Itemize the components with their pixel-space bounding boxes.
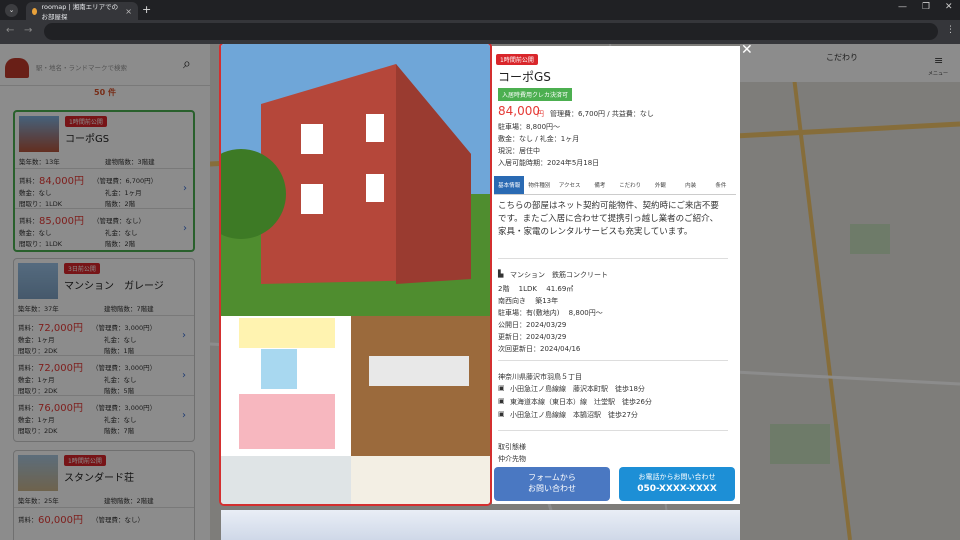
detail-title: コーポGS [498, 70, 551, 84]
detail-panel: 1時間前公開 コーポGS 入居時費用クレカ決済可 84,000 円 管理費：6,… [492, 46, 740, 504]
divider [498, 360, 728, 361]
detail-structure: マンション 鉄筋コンクリート [510, 271, 608, 279]
detail-badge: 1時間前公開 [496, 54, 538, 65]
close-window-button[interactable]: ✕ [945, 2, 953, 12]
maximize-button[interactable]: ❐ [922, 2, 930, 12]
tab-search-button[interactable]: ⌄ [5, 4, 18, 17]
phone-contact-button[interactable]: お電話からお問い合わせ 050-XXXX-XXXX [619, 467, 735, 501]
phone-number: 050-XXXX-XXXX [637, 484, 717, 494]
detail-next-update: 次回更新日：2024/04/16 [498, 345, 581, 353]
tab-conditions[interactable]: 条件 [706, 176, 736, 194]
detail-rent-unit: 円 [537, 110, 544, 118]
favicon-icon [32, 7, 38, 15]
detail-rent: 84,000 [498, 104, 540, 118]
deal-type-value: 仲介先物 [498, 455, 526, 463]
tab-close-icon[interactable]: × [125, 7, 132, 16]
detail-spec: 2階 1LDK 41.69㎡ [498, 285, 574, 293]
tab-features[interactable]: こだわり [615, 176, 645, 194]
address-bar[interactable] [44, 23, 938, 40]
divider [498, 258, 728, 259]
photo-gallery[interactable] [219, 44, 492, 506]
browser-tab[interactable]: roomap | 湘南エリアでのお部屋探 × [26, 2, 138, 21]
detail-address: 神奈川県藤沢市羽鳥５丁目 [498, 373, 582, 381]
divider [498, 430, 728, 431]
station-3: 小田急江ノ島線線 本鵠沼駅 徒歩27分 [510, 411, 638, 419]
skyline-footer [221, 510, 740, 540]
detail-move-in: 入居可能時期：2024年5月18日 [498, 159, 600, 167]
detail-published: 公開日：2024/03/29 [498, 321, 567, 329]
detail-fee: 管理費：6,700円 / 共益費：なし [550, 110, 654, 118]
station-1: 小田急江ノ島線線 藤沢本町駅 徒歩18分 [510, 385, 645, 393]
new-tab-button[interactable]: + [142, 3, 151, 16]
browser-menu-icon[interactable]: ⋮ [946, 25, 955, 35]
detail-status: 現況：居住中 [498, 147, 540, 155]
contact-form-label: フォームから お問い合わせ [528, 473, 576, 493]
tab-notes[interactable]: 備考 [585, 176, 615, 194]
minimize-button[interactable]: — [898, 2, 907, 12]
tab-basic[interactable]: 基本情報 [494, 176, 525, 194]
tab-interior[interactable]: 内装 [676, 176, 706, 194]
detail-deposit: 敷金：なし / 礼金：1ヶ月 [498, 135, 580, 143]
page: こだわり ≡ メニュー 駅・地名・ランドマークで検索 ⌕ 50 件 1時間前公開… [0, 44, 960, 540]
forward-button[interactable]: → [24, 25, 32, 36]
train-icon: ▣ [498, 384, 505, 392]
tab-title: roomap | 湘南エリアでのお部屋探 [41, 3, 119, 21]
card-payment-tag: 入居時費用クレカ決済可 [498, 88, 573, 101]
tab-access[interactable]: アクセス [555, 176, 585, 194]
close-icon[interactable]: ✕ [741, 44, 753, 58]
detail-parking2: 駐車場：有(敷地内) 8,800円～ [498, 309, 603, 317]
deal-type-label: 取引態様 [498, 443, 526, 451]
detail-tabs: 基本情報 物件種別 アクセス 備考 こだわり 外観 内装 条件 [494, 176, 736, 195]
detail-updated: 更新日：2024/03/29 [498, 333, 567, 341]
back-button[interactable]: ← [6, 25, 14, 36]
gallery-images [221, 44, 490, 504]
station-2: 東海道本線（東日本）線 辻堂駅 徒歩26分 [510, 398, 652, 406]
detail-parking: 駐車場：8,800円～ [498, 123, 561, 131]
train-icon: ▣ [498, 410, 505, 418]
building-icon: ▙ [498, 270, 504, 278]
detail-direction: 南西向き 築13年 [498, 297, 559, 305]
train-icon: ▣ [498, 397, 505, 405]
contact-form-button[interactable]: フォームから お問い合わせ [494, 467, 610, 501]
tab-exterior[interactable]: 外観 [645, 176, 675, 194]
detail-description: こちらの部屋はネット契約可能物件、契約時にご来店不要です。またご入居に合わせて提… [498, 201, 719, 237]
tab-type[interactable]: 物件種別 [524, 176, 554, 194]
phone-contact-label: お電話からお問い合わせ [638, 473, 716, 481]
